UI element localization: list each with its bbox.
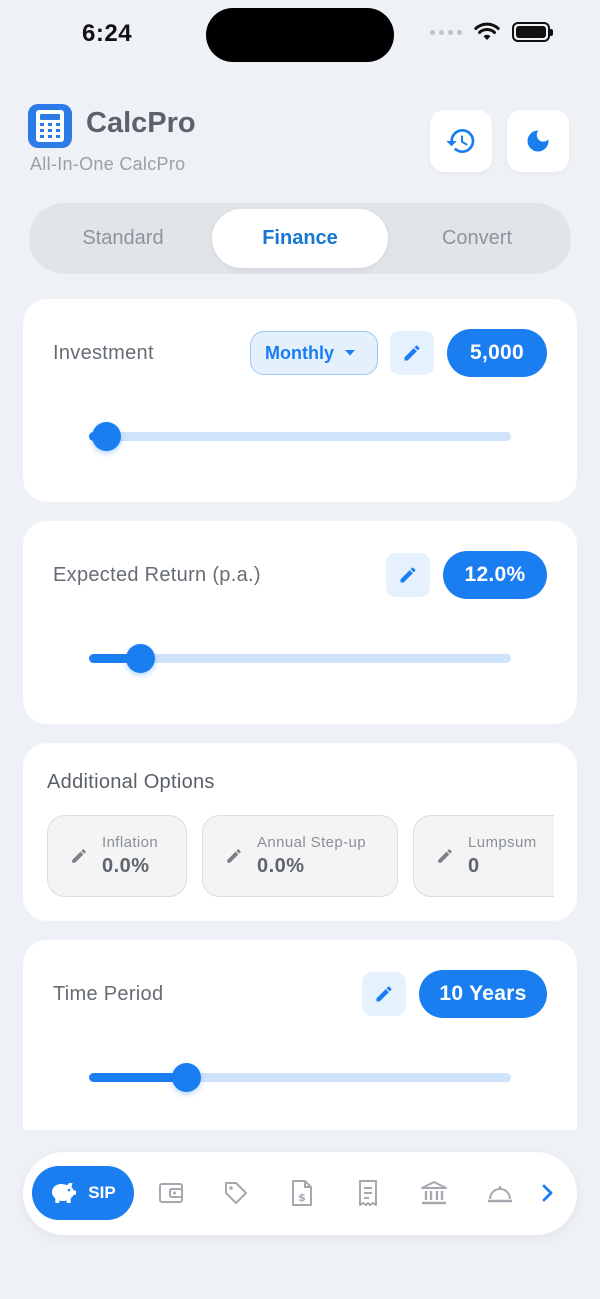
cloche-icon [488, 1186, 512, 1203]
nav-item-receipt[interactable] [353, 1178, 383, 1208]
expected-return-slider[interactable] [89, 644, 511, 673]
pencil-icon [438, 849, 452, 863]
slider-thumb[interactable] [126, 644, 155, 673]
nav-item-invoice[interactable]: $ [287, 1178, 317, 1208]
slider-thumb[interactable] [172, 1063, 201, 1092]
annual-step-up-option[interactable]: Annual Step-up 0.0% [202, 815, 398, 897]
status-time: 6:24 [82, 20, 133, 47]
frequency-value: Monthly [265, 342, 334, 363]
wifi-icon [474, 22, 500, 40]
option-label: Annual Step-up [257, 834, 367, 851]
dark-mode-button[interactable] [507, 110, 569, 172]
expected-return-card: Expected Return (p.a.) 12.0% [23, 521, 577, 724]
option-value: 0.0% [257, 855, 305, 877]
receipt-icon [359, 1180, 377, 1206]
bank-icon [421, 1181, 447, 1205]
svg-text:$: $ [298, 1191, 306, 1204]
option-label: Inflation [102, 834, 159, 851]
tab-convert[interactable]: Convert [389, 209, 565, 268]
tab-finance[interactable]: Finance [212, 209, 388, 268]
nav-item-wallet[interactable] [156, 1178, 186, 1208]
investment-edit-button[interactable] [390, 331, 434, 375]
nav-item-bank[interactable] [419, 1178, 449, 1208]
expected-return-value[interactable]: 12.0% [443, 551, 547, 599]
investment-card: Investment Monthly 5,000 [23, 299, 577, 502]
time-period-slider[interactable] [89, 1063, 511, 1092]
return-edit-button[interactable] [386, 553, 430, 597]
battery-icon [512, 22, 553, 42]
piggy-bank-icon [52, 1183, 77, 1203]
dollar-doc-icon: $ [292, 1180, 312, 1206]
nav-item-service[interactable] [485, 1178, 515, 1208]
history-button[interactable] [430, 110, 492, 172]
tab-standard[interactable]: Standard [35, 209, 211, 268]
investment-slider[interactable] [89, 422, 511, 451]
option-label: Lumpsum [468, 834, 537, 851]
time-period-edit-button[interactable] [362, 972, 406, 1016]
nav-active-label: SIP [88, 1183, 116, 1202]
nav-item-tag[interactable] [221, 1178, 251, 1208]
history-icon [446, 129, 475, 153]
chevron-right-icon [542, 1184, 553, 1202]
nav-more-button[interactable] [533, 1178, 563, 1208]
time-period-card: Time Period 10 Years [23, 940, 577, 1130]
bottom-nav: SIP $ [23, 1152, 577, 1235]
time-period-label: Time Period [53, 983, 164, 1005]
signal-icon [430, 29, 462, 35]
caret-down-icon [345, 350, 355, 356]
wallet-icon [159, 1183, 183, 1203]
pencil-icon [400, 567, 416, 583]
pencil-icon [72, 849, 86, 863]
frequency-dropdown[interactable]: Monthly [250, 331, 378, 375]
nav-item-sip[interactable]: SIP [32, 1166, 134, 1220]
option-value: 0 [468, 855, 480, 877]
lumpsum-option[interactable]: Lumpsum 0 [413, 815, 554, 897]
inflation-option[interactable]: Inflation 0.0% [47, 815, 187, 897]
status-icons [430, 22, 553, 42]
time-period-value[interactable]: 10 Years [419, 970, 547, 1018]
investment-label: Investment [53, 342, 154, 364]
app-subtitle: All-In-One CalcPro [30, 154, 186, 174]
mode-tabs: Standard Finance Convert [29, 203, 571, 274]
option-value: 0.0% [102, 855, 150, 877]
additional-options-card: Additional Options Inflation 0.0% Annual… [23, 743, 577, 921]
dynamic-island [206, 8, 394, 62]
options-scroller[interactable]: Inflation 0.0% Annual Step-up 0.0% Lumps… [23, 743, 554, 921]
pencil-icon [227, 849, 241, 863]
pencil-icon [376, 986, 392, 1002]
pencil-icon [404, 345, 420, 361]
moon-icon [527, 130, 549, 152]
expected-return-label: Expected Return (p.a.) [53, 564, 261, 586]
calculator-app-icon [28, 104, 72, 148]
app-title: CalcPro [86, 107, 196, 139]
investment-value[interactable]: 5,000 [447, 329, 547, 377]
slider-thumb[interactable] [92, 422, 121, 451]
tag-icon [225, 1182, 247, 1204]
